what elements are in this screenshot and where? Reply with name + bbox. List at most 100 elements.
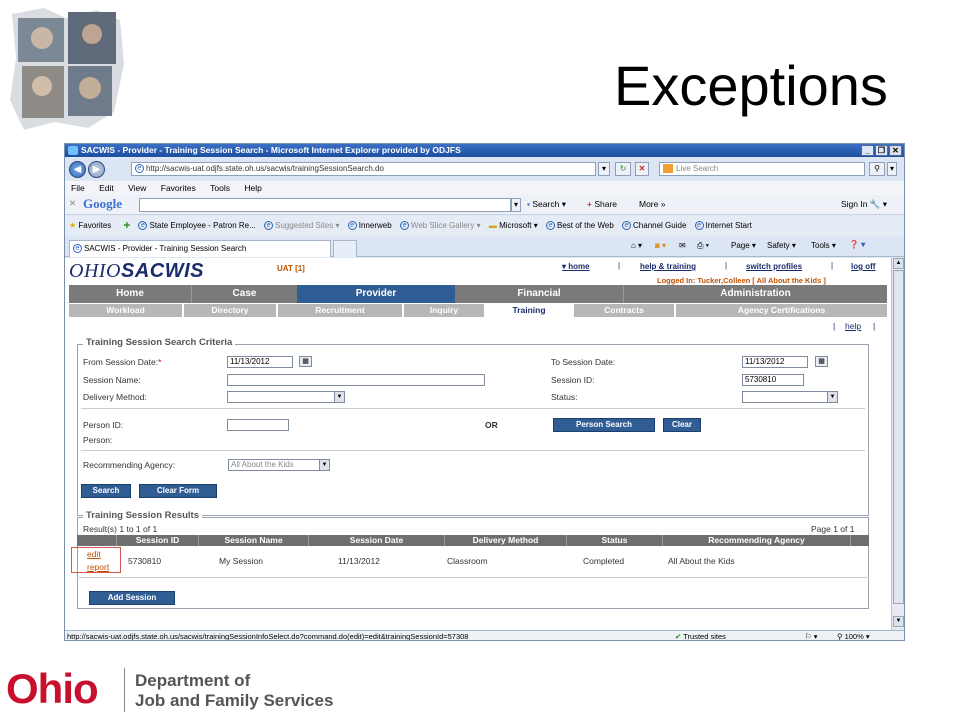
home-link[interactable]: ▾ home: [562, 262, 590, 271]
search-icon[interactable]: ⚲: [869, 162, 885, 176]
edit-link[interactable]: edit: [87, 549, 101, 559]
favorites-label: Favorites: [78, 221, 112, 230]
help-training-link[interactable]: help & training: [640, 262, 696, 271]
subtab-training[interactable]: Training: [486, 304, 572, 317]
subtab-contracts[interactable]: Contracts: [574, 304, 674, 317]
menu-edit[interactable]: Edit: [99, 183, 114, 193]
delivery-method-select[interactable]: ▼: [227, 391, 345, 403]
column-header-session-name[interactable]: Session Name: [199, 535, 309, 546]
session-name-label: Session Name:: [83, 375, 141, 385]
menu-view[interactable]: View: [128, 183, 146, 193]
subtab-agency-certifications[interactable]: Agency Certifications: [676, 304, 887, 317]
url-field[interactable]: e http://sacwis-uat.odjfs.state.oh.us/sac…: [131, 162, 596, 176]
divider: [81, 408, 865, 409]
protected-mode-icon[interactable]: ⚐ ▾: [805, 631, 818, 640]
vertical-scrollbar[interactable]: ▲ ▼: [891, 258, 904, 630]
column-header-delivery-method[interactable]: Delivery Method: [445, 535, 567, 546]
fav-item-microsoft[interactable]: ▬ Microsoft ▾: [489, 221, 538, 230]
session-id-input[interactable]: 5730810: [742, 374, 804, 386]
ie-window-icon: [68, 146, 78, 155]
subtab-workload[interactable]: Workload: [69, 304, 182, 317]
fav-item-web-slice-gallery[interactable]: e Web Slice Gallery ▾: [399, 221, 481, 231]
status-select[interactable]: ▼: [742, 391, 838, 403]
person-id-label: Person ID:: [83, 420, 124, 430]
clear-form-button[interactable]: Clear Form: [139, 484, 217, 498]
calendar-icon[interactable]: ▦: [299, 356, 312, 367]
new-tab-button[interactable]: [333, 240, 357, 257]
fav-item-channel-guide[interactable]: e Channel Guide: [622, 221, 686, 231]
scrollbar-thumb[interactable]: [893, 270, 904, 604]
search-button[interactable]: Search: [81, 484, 131, 498]
close-window-button[interactable]: ✕: [889, 145, 902, 156]
subtab-recruitment[interactable]: Recruitment: [278, 304, 402, 317]
fav-item-innerweb[interactable]: e Innerweb: [347, 221, 392, 231]
minimize-button[interactable]: _: [861, 145, 874, 156]
tab-home[interactable]: Home: [69, 285, 191, 303]
safety-menu[interactable]: Safety ▾: [767, 241, 796, 250]
menu-help[interactable]: Help: [244, 183, 261, 193]
menu-favorites[interactable]: Favorites: [161, 183, 196, 193]
results-legend: Training Session Results: [83, 510, 202, 521]
from-date-input[interactable]: 11/13/2012: [227, 356, 293, 368]
person-id-input[interactable]: [227, 419, 289, 431]
fav-item-best-of-web[interactable]: e Best of the Web: [546, 221, 614, 231]
menu-tools[interactable]: Tools: [210, 183, 230, 193]
home-icon[interactable]: ⌂ ▾: [631, 241, 642, 250]
back-button[interactable]: ◀: [69, 161, 86, 178]
clear-person-button[interactable]: Clear: [663, 418, 701, 432]
switch-profiles-link[interactable]: switch profiles: [746, 262, 802, 271]
tab-case[interactable]: Case: [191, 285, 297, 303]
google-search-input[interactable]: [139, 198, 511, 212]
results-page: Page 1 of 1: [811, 524, 855, 534]
feeds-icon[interactable]: ◙ ▾: [655, 241, 666, 250]
subtab-directory[interactable]: Directory: [184, 304, 276, 317]
recommending-agency-select[interactable]: All About the Kids ▼: [228, 459, 330, 471]
refresh-icon[interactable]: ↻: [615, 162, 631, 176]
live-search-input[interactable]: Live Search: [659, 162, 865, 176]
maximize-button[interactable]: ❐: [875, 145, 888, 156]
forward-button[interactable]: ▶: [88, 161, 105, 178]
share-icon: +: [587, 199, 592, 209]
stop-icon[interactable]: ✕: [635, 162, 649, 176]
more-button[interactable]: More »: [639, 199, 665, 209]
fav-item-suggested-sites[interactable]: e Suggested Sites ▾: [264, 221, 340, 231]
required-marker: *: [158, 357, 162, 367]
print-icon[interactable]: ⎙ ▾: [697, 241, 709, 251]
help-link[interactable]: help: [845, 321, 861, 331]
column-header-session-date[interactable]: Session Date: [309, 535, 445, 546]
search-options-arrow[interactable]: ▾: [887, 162, 897, 176]
fav-item-state-employee[interactable]: e State Employee - Patron Re...: [138, 221, 256, 231]
zoom-control[interactable]: ⚲ 100% ▾: [837, 631, 870, 640]
url-dropdown-arrow[interactable]: ▾: [598, 162, 610, 176]
close-toolbar-icon[interactable]: ✕: [69, 198, 76, 209]
menu-file[interactable]: File: [71, 183, 85, 193]
google-search-dropdown[interactable]: ▾: [511, 198, 521, 212]
share-button[interactable]: + Share: [587, 199, 617, 209]
page-menu[interactable]: Page ▾: [731, 241, 756, 250]
add-favorite-icon[interactable]: ✚: [124, 221, 131, 230]
scroll-up-arrow[interactable]: ▲: [893, 258, 904, 269]
column-header-session-id[interactable]: Session ID: [117, 535, 199, 546]
tools-menu[interactable]: Tools ▾: [811, 241, 836, 250]
scroll-down-arrow[interactable]: ▼: [893, 616, 904, 627]
google-search-button[interactable]: ▪ Search ▾: [527, 199, 566, 210]
tab-provider[interactable]: Provider: [297, 285, 455, 303]
tab-administration[interactable]: Administration: [623, 285, 887, 303]
session-name-input[interactable]: [227, 374, 485, 386]
column-header-status[interactable]: Status: [567, 535, 663, 546]
sign-in-button[interactable]: Sign In 🔧 ▾: [841, 199, 887, 210]
favorites-button[interactable]: ★ Favorites: [69, 221, 111, 230]
mail-icon[interactable]: ✉: [679, 241, 686, 250]
subtab-inquiry[interactable]: Inquiry: [404, 304, 484, 317]
log-off-link[interactable]: log off: [851, 262, 875, 271]
column-header-recommending-agency[interactable]: Recommending Agency: [663, 535, 851, 546]
browser-tab-active[interactable]: e SACWIS - Provider - Training Session Se…: [69, 240, 331, 257]
tab-financial[interactable]: Financial: [455, 285, 623, 303]
to-date-input[interactable]: 11/13/2012: [742, 356, 808, 368]
add-session-button[interactable]: Add Session: [89, 591, 175, 605]
report-link[interactable]: report: [87, 562, 109, 572]
calendar-icon[interactable]: ▦: [815, 356, 828, 367]
fav-item-internet-start[interactable]: e Internet Start: [694, 221, 752, 231]
help-icon[interactable]: ❓ ▾: [849, 240, 865, 249]
person-search-button[interactable]: Person Search: [553, 418, 655, 432]
